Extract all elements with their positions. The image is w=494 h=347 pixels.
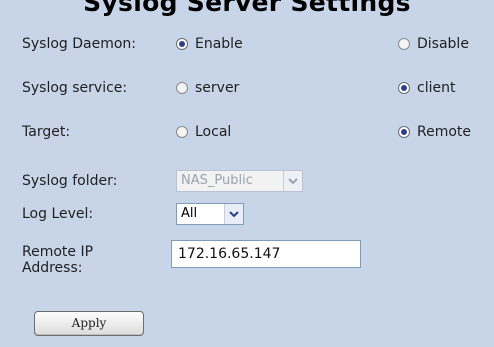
radio-unselected-icon[interactable] (176, 82, 188, 94)
syslog-folder-label: Syslog folder: (22, 173, 118, 189)
target-label: Target: (22, 124, 71, 140)
log-level-value: All (181, 206, 198, 221)
radio-selected-icon[interactable] (176, 38, 188, 50)
log-level-label: Log Level: (22, 206, 94, 222)
radio-unselected-icon[interactable] (176, 126, 188, 138)
target-remote-radio[interactable]: Remote (398, 124, 471, 140)
daemon-disable-radio[interactable]: Disable (398, 36, 469, 52)
syslog-folder-value: NAS_Public (181, 173, 253, 188)
remote-ip-input[interactable] (171, 240, 361, 268)
chevron-down-icon[interactable] (224, 204, 243, 224)
target-local-radio[interactable]: Local (176, 124, 231, 140)
radio-unselected-icon[interactable] (398, 38, 410, 50)
radio-selected-icon[interactable] (398, 126, 410, 138)
daemon-disable-label: Disable (417, 36, 469, 52)
service-client-label: client (417, 80, 456, 96)
daemon-enable-label: Enable (195, 36, 243, 52)
remote-ip-label: Remote IP Address: (22, 244, 93, 276)
service-client-radio[interactable]: client (398, 80, 455, 96)
apply-button[interactable]: Apply (34, 311, 144, 336)
service-server-radio[interactable]: server (176, 80, 239, 96)
syslog-daemon-label: Syslog Daemon: (22, 36, 137, 52)
chevron-down-icon[interactable] (283, 171, 302, 191)
target-local-label: Local (195, 124, 232, 140)
syslog-service-label: Syslog service: (22, 80, 128, 96)
page-title: Syslog Server Settings (83, 0, 411, 17)
daemon-enable-radio[interactable]: Enable (176, 36, 243, 52)
target-remote-label: Remote (417, 124, 472, 140)
service-server-label: server (195, 80, 240, 96)
radio-selected-icon[interactable] (398, 82, 410, 94)
remote-ip-label-line1: Remote IP (22, 244, 94, 260)
log-level-select[interactable]: All (176, 203, 244, 225)
remote-ip-label-line2: Address: (22, 260, 83, 276)
syslog-folder-select[interactable]: NAS_Public (176, 170, 303, 192)
